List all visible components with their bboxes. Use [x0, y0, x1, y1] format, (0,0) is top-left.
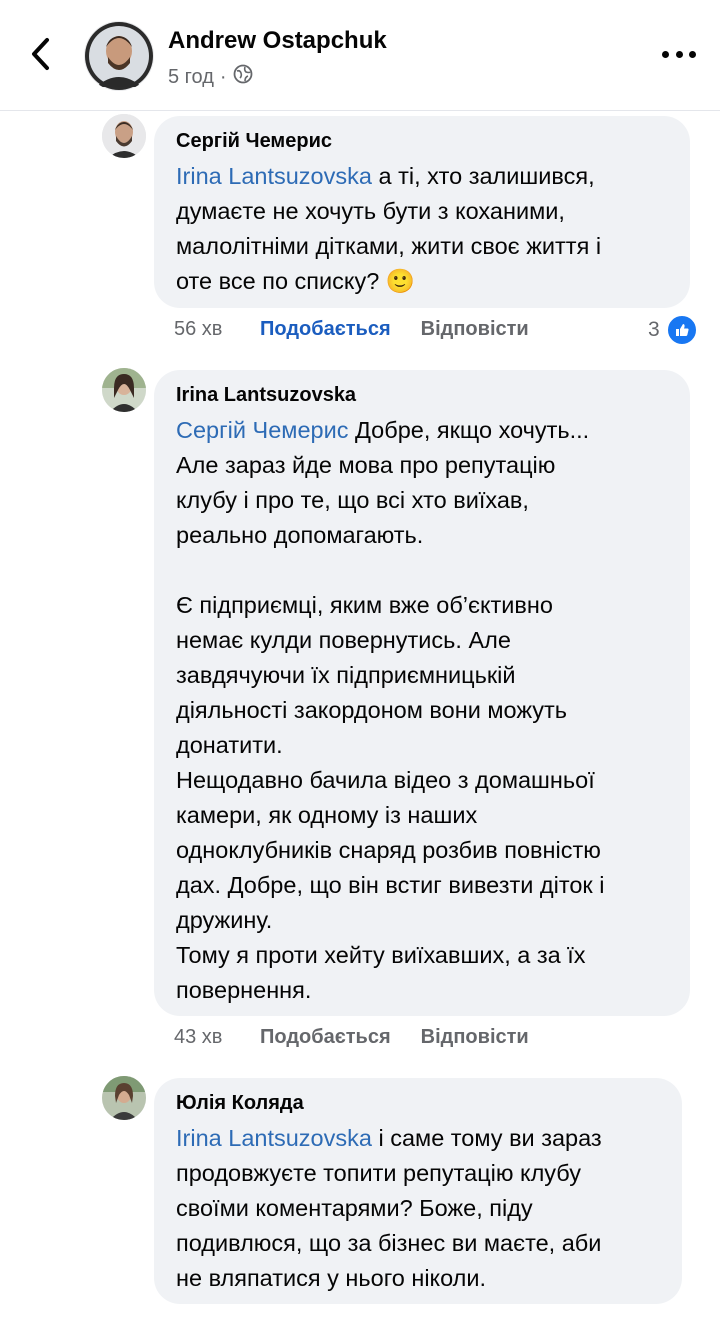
comment-time[interactable]: 43 хв [174, 1026, 260, 1049]
comment-bubble: Сергій Чемерис Irina Lantsuzovska а ті, … [154, 116, 690, 308]
globe-icon [233, 64, 253, 90]
comment-text: Irina Lantsuzovska а ті, хто залишився, … [176, 159, 668, 299]
like-button[interactable]: Подобається [260, 1026, 391, 1049]
meta-separator: · [219, 65, 227, 88]
post-author-name[interactable]: Andrew Ostapchuk [168, 27, 387, 55]
commenter-avatar[interactable] [102, 368, 146, 412]
post-time[interactable]: 5 год [168, 66, 214, 89]
mention-link[interactable]: Irina Lantsuzovska [176, 163, 372, 189]
comment-author[interactable]: Irina Lantsuzovska [176, 384, 668, 407]
like-button[interactable]: Подобається [260, 318, 391, 341]
comment-bubble: Юлія Коляда Irina Lantsuzovska і саме то… [154, 1078, 682, 1304]
reaction-summary[interactable]: 3 [648, 314, 698, 346]
more-dots-icon[interactable] [662, 44, 696, 64]
comment-bubble: Irina Lantsuzovska Сергій Чемерис Добре,… [154, 370, 690, 1016]
mention-link[interactable]: Irina Lantsuzovska [176, 1125, 372, 1151]
reply-button[interactable]: Відповісти [421, 1026, 529, 1049]
post-header: Andrew Ostapchuk 5 год · [0, 0, 720, 111]
reply-button[interactable]: Відповісти [421, 318, 529, 341]
like-reaction-icon [665, 314, 698, 346]
post-meta: 5 год · [168, 64, 253, 90]
comment-text: Irina Lantsuzovska і саме тому ви зараз … [176, 1121, 660, 1296]
mention-link[interactable]: Сергій Чемерис [176, 417, 348, 443]
comment-actions: 43 хв Подобається Відповісти [174, 1026, 529, 1049]
commenter-avatar[interactable] [102, 114, 146, 158]
comment-text: Сергій Чемерис Добре, якщо хочуть... Але… [176, 413, 668, 1008]
comment-actions: 56 хв Подобається Відповісти [174, 318, 529, 341]
reaction-count: 3 [648, 318, 660, 341]
comment-author[interactable]: Юлія Коляда [176, 1092, 660, 1115]
commenter-avatar[interactable] [102, 1076, 146, 1120]
comment-time[interactable]: 56 хв [174, 318, 260, 341]
comment-body: Добре, якщо хочуть... Але зараз йде мова… [176, 417, 605, 1003]
author-avatar[interactable] [84, 21, 154, 91]
chevron-left-icon[interactable] [22, 34, 58, 74]
comment-author[interactable]: Сергій Чемерис [176, 130, 668, 153]
